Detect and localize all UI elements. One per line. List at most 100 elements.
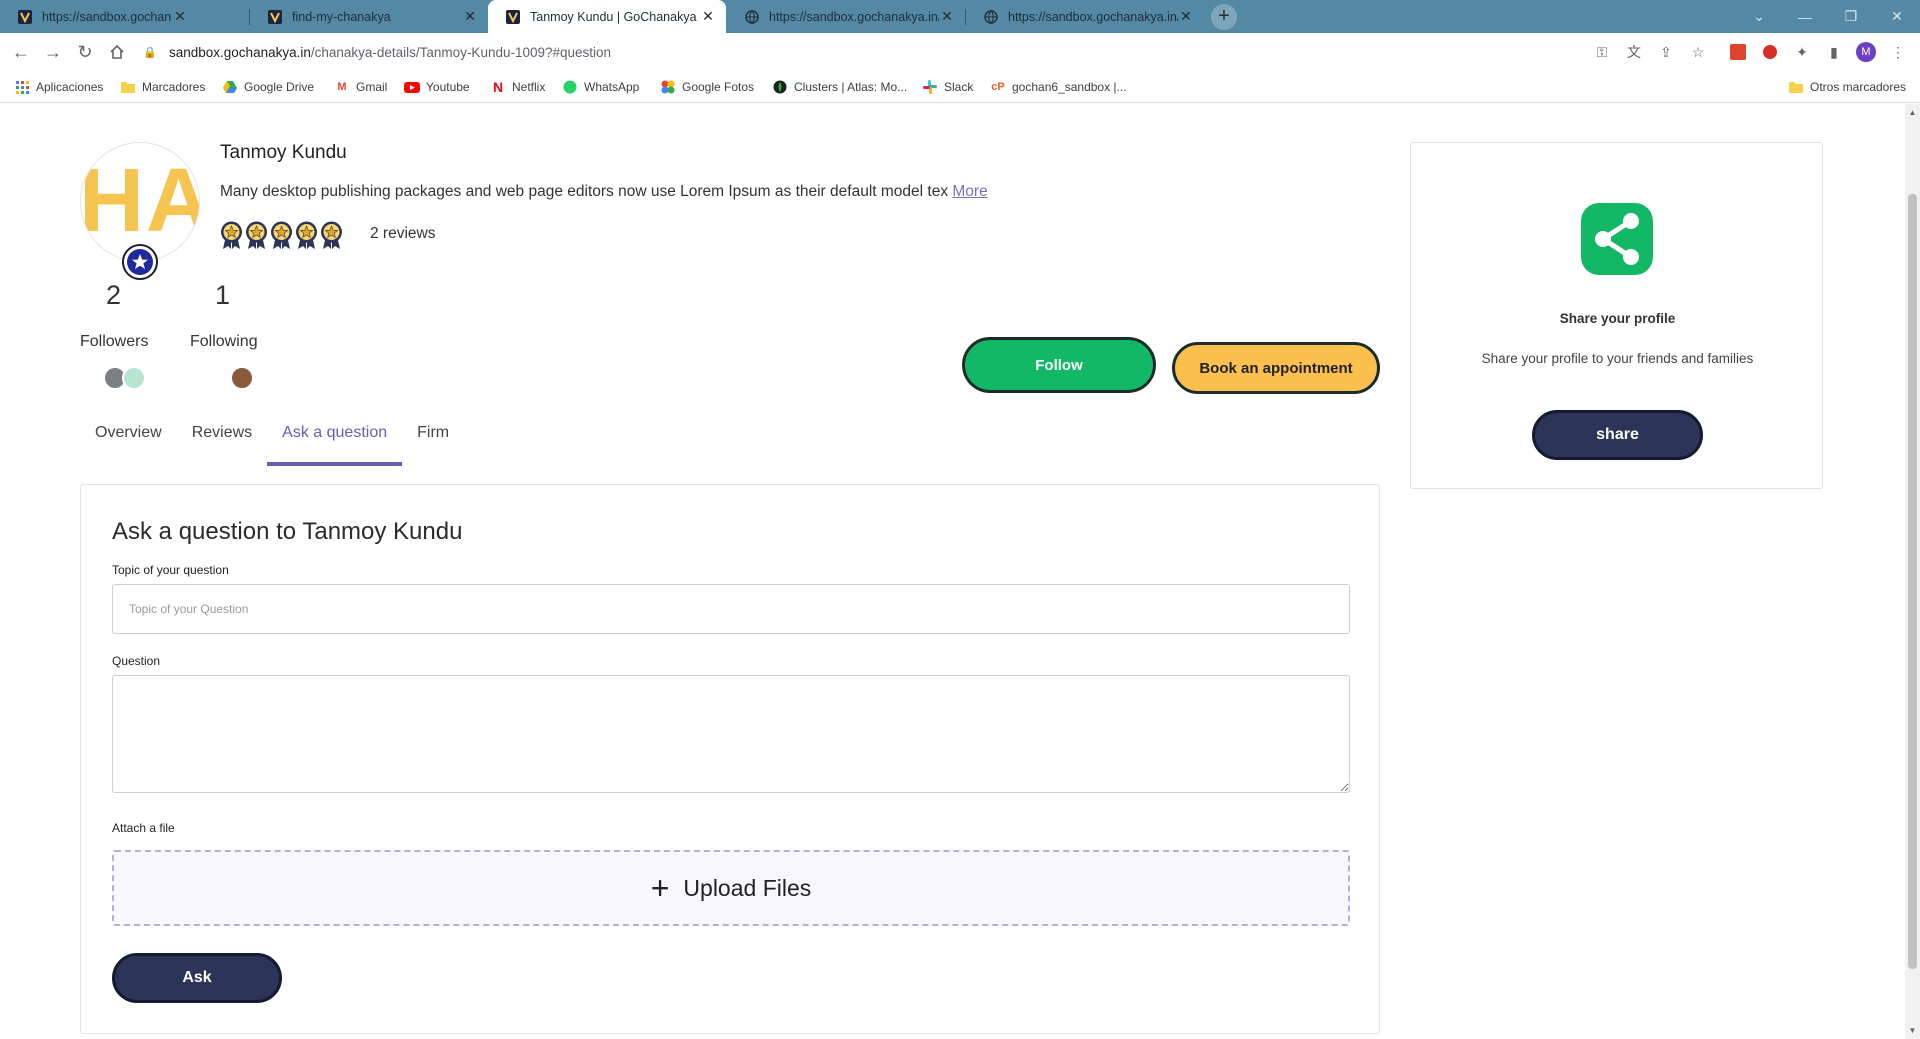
bookmark-google-drive[interactable]: Google Drive (222, 78, 314, 96)
tab-search-icon[interactable]: ⌄ (1736, 0, 1782, 33)
bookmark-youtube[interactable]: Youtube (404, 78, 470, 96)
browser-tab-active[interactable]: Tanmoy Kundu | GoChanakya ✕ (488, 0, 726, 33)
bookmark-gochan-sandbox[interactable]: cP gochan6_sandbox |... (990, 78, 1126, 96)
following-avatar[interactable] (230, 366, 254, 390)
mongodb-leaf-icon (772, 79, 788, 95)
rating-star-icon (294, 220, 319, 250)
restore-button[interactable]: ❐ (1828, 0, 1874, 33)
whatsapp-icon (562, 79, 578, 95)
form-title: Ask a question to Tanmoy Kundu (112, 518, 463, 545)
bookmark-atlas[interactable]: Clusters | Atlas: Mo... (772, 78, 907, 96)
new-tab-button[interactable]: + (1211, 4, 1237, 30)
profile-avatar[interactable]: M (1856, 42, 1876, 62)
topic-label: Topic of your question (112, 563, 229, 577)
side-panel-icon[interactable]: ▮ (1824, 42, 1844, 62)
forward-button[interactable]: → (40, 39, 66, 65)
following-count: 1 (215, 280, 231, 310)
profile-name: Tanmoy Kundu (220, 142, 347, 163)
minimize-button[interactable]: — (1782, 0, 1828, 33)
rating-star-icon (319, 220, 344, 250)
scrollbar-thumb[interactable] (1908, 194, 1917, 969)
close-tab-icon[interactable]: ✕ (172, 8, 188, 25)
gochanakya-favicon-icon (18, 9, 32, 24)
bookmark-star-icon[interactable]: ☆ (1688, 42, 1708, 62)
youtube-icon (404, 79, 420, 95)
bookmark-slack[interactable]: Slack (922, 78, 973, 96)
rating-star-icon (219, 220, 244, 250)
extension-alert-icon[interactable] (1760, 42, 1780, 62)
browser-tab[interactable]: https://sandbox.gochanakya.in/p ✕ (966, 0, 1204, 33)
postman-icon: cP (991, 81, 1005, 93)
tab-reviews[interactable]: Reviews (177, 410, 267, 466)
globe-icon (984, 9, 998, 24)
ask-question-form: Ask a question to Tanmoy Kundu Topic of … (80, 484, 1380, 1034)
browser-menu-icon[interactable]: ⋮ (1888, 42, 1908, 62)
browser-tab[interactable]: find-my-chanakya ✕ (250, 0, 488, 33)
gochanakya-favicon-icon (506, 9, 520, 24)
bio-more-link[interactable]: More (952, 183, 987, 200)
bookmark-whatsapp[interactable]: WhatsApp (562, 78, 639, 96)
share-button[interactable]: share (1532, 410, 1703, 460)
follower-avatar[interactable] (122, 366, 146, 390)
bookmark-folder-marcadores[interactable]: Marcadores (120, 78, 205, 96)
profile-tabs: Overview Reviews Ask a question Firm (80, 410, 464, 466)
folder-icon (120, 79, 136, 95)
url-text: sandbox.gochanakya.in/chanakya-details/T… (169, 44, 612, 60)
question-textarea[interactable] (112, 675, 1350, 793)
follow-button[interactable]: Follow (962, 337, 1156, 393)
apps-grid-icon (14, 79, 30, 95)
book-appointment-button[interactable]: Book an appointment (1172, 342, 1380, 394)
browser-tab[interactable]: https://sandbox.gochanakya.in/m ✕ (0, 0, 198, 33)
rating-star-icon (244, 220, 269, 250)
tab-firm[interactable]: Firm (402, 410, 464, 466)
browser-tab[interactable]: https://sandbox.gochanakya.in/q ✕ (727, 0, 965, 33)
folder-icon (1788, 79, 1804, 95)
tab-ask-a-question[interactable]: Ask a question (267, 410, 403, 466)
following-link[interactable]: Following (190, 333, 258, 351)
slack-icon (922, 79, 938, 95)
google-drive-icon (222, 79, 238, 95)
scroll-up-arrow[interactable]: ▲ (1908, 108, 1917, 117)
topic-input[interactable] (112, 584, 1350, 634)
netflix-icon: N (492, 79, 504, 95)
google-photos-icon (660, 79, 676, 95)
share-icon[interactable] (1581, 203, 1653, 275)
attach-label: Attach a file (112, 821, 175, 835)
verified-badge-icon (122, 244, 158, 280)
close-tab-icon[interactable]: ✕ (700, 8, 716, 25)
browser-toolbar: ← → ↻ 🔒 sandbox.gochanakya.in/chanakya-d… (0, 33, 1920, 71)
extensions-puzzle-icon[interactable]: ✦ (1792, 42, 1812, 62)
home-button[interactable] (104, 39, 130, 65)
rating-stars (219, 220, 344, 250)
followers-link[interactable]: Followers (80, 333, 148, 351)
profile-bio: Many desktop publishing packages and web… (220, 183, 988, 200)
page-scrollbar[interactable]: ▲ ▼ (1905, 104, 1920, 1039)
address-bar[interactable]: 🔒 sandbox.gochanakya.in/chanakya-details… (137, 37, 1877, 67)
reload-button[interactable]: ↻ (72, 39, 98, 65)
reviews-count: 2 reviews (370, 225, 436, 242)
tab-overview[interactable]: Overview (80, 410, 177, 466)
bookmark-other[interactable]: Otros marcadores (1788, 78, 1906, 96)
bookmark-google-fotos[interactable]: Google Fotos (660, 78, 754, 96)
share-page-icon[interactable]: ⇪ (1656, 42, 1676, 62)
close-tab-icon[interactable]: ✕ (1178, 8, 1194, 25)
back-button[interactable]: ← (8, 39, 34, 65)
page-content: HA Tanmoy Kundu Many desktop publishing … (0, 104, 1905, 1039)
bookmarks-bar: Aplicaciones Marcadores Google Drive M Gm… (0, 71, 1920, 103)
scroll-down-arrow[interactable]: ▼ (1908, 1026, 1917, 1035)
bookmark-netflix[interactable]: N Netflix (490, 78, 545, 96)
upload-files-dropzone[interactable]: + Upload Files (112, 850, 1350, 926)
bookmark-apps[interactable]: Aplicaciones (14, 78, 103, 96)
bookmark-gmail[interactable]: M Gmail (334, 78, 387, 96)
translate-icon[interactable]: 文 (1624, 42, 1644, 62)
ask-button[interactable]: Ask (112, 953, 282, 1003)
plus-icon: + (650, 870, 670, 906)
close-tab-icon[interactable]: ✕ (462, 8, 478, 25)
close-window-button[interactable]: ✕ (1874, 0, 1920, 33)
key-icon[interactable]: ⚿ (1592, 42, 1612, 62)
close-tab-icon[interactable]: ✕ (939, 8, 955, 25)
lock-icon[interactable]: 🔒 (143, 46, 157, 59)
gmail-icon: M (337, 81, 347, 93)
followers-count: 2 (106, 280, 122, 310)
extension-red-icon[interactable] (1728, 42, 1748, 62)
